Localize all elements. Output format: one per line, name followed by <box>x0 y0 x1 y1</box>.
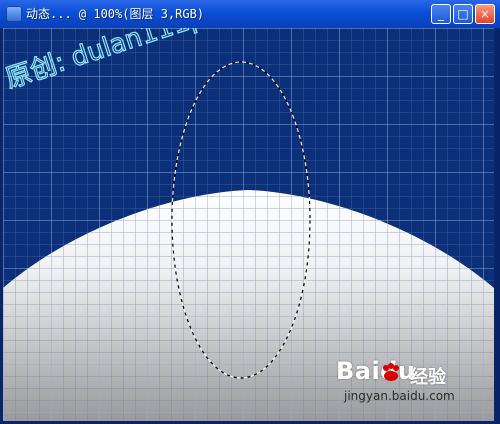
document-canvas[interactable]: 原创: dulan111p Baidu 经验 jingyan.baidu.com <box>3 28 494 421</box>
close-icon: × <box>479 7 491 21</box>
logo-product: 经验 <box>410 367 446 388</box>
maximize-button[interactable]: □ <box>453 4 473 24</box>
maximize-icon: □ <box>457 7 469 21</box>
minimize-button[interactable]: _ <box>431 4 451 24</box>
app-icon <box>6 6 22 22</box>
paw-icon <box>383 363 399 381</box>
window-title: 动态... @ 100%(图层 3,RGB) <box>26 7 205 21</box>
image-window: 动态... @ 100%(图层 3,RGB) _ □ × 原创: dulan11… <box>0 0 500 424</box>
title-bar[interactable]: 动态... @ 100%(图层 3,RGB) _ □ × <box>0 0 500 29</box>
baidu-jingyan-watermark: Baidu 经验 jingyan.baidu.com <box>336 357 486 415</box>
minimize-icon: _ <box>438 7 444 21</box>
logo-brand: Baidu <box>336 357 416 385</box>
close-button[interactable]: × <box>475 4 495 24</box>
logo-domain: jingyan.baidu.com <box>344 389 455 403</box>
